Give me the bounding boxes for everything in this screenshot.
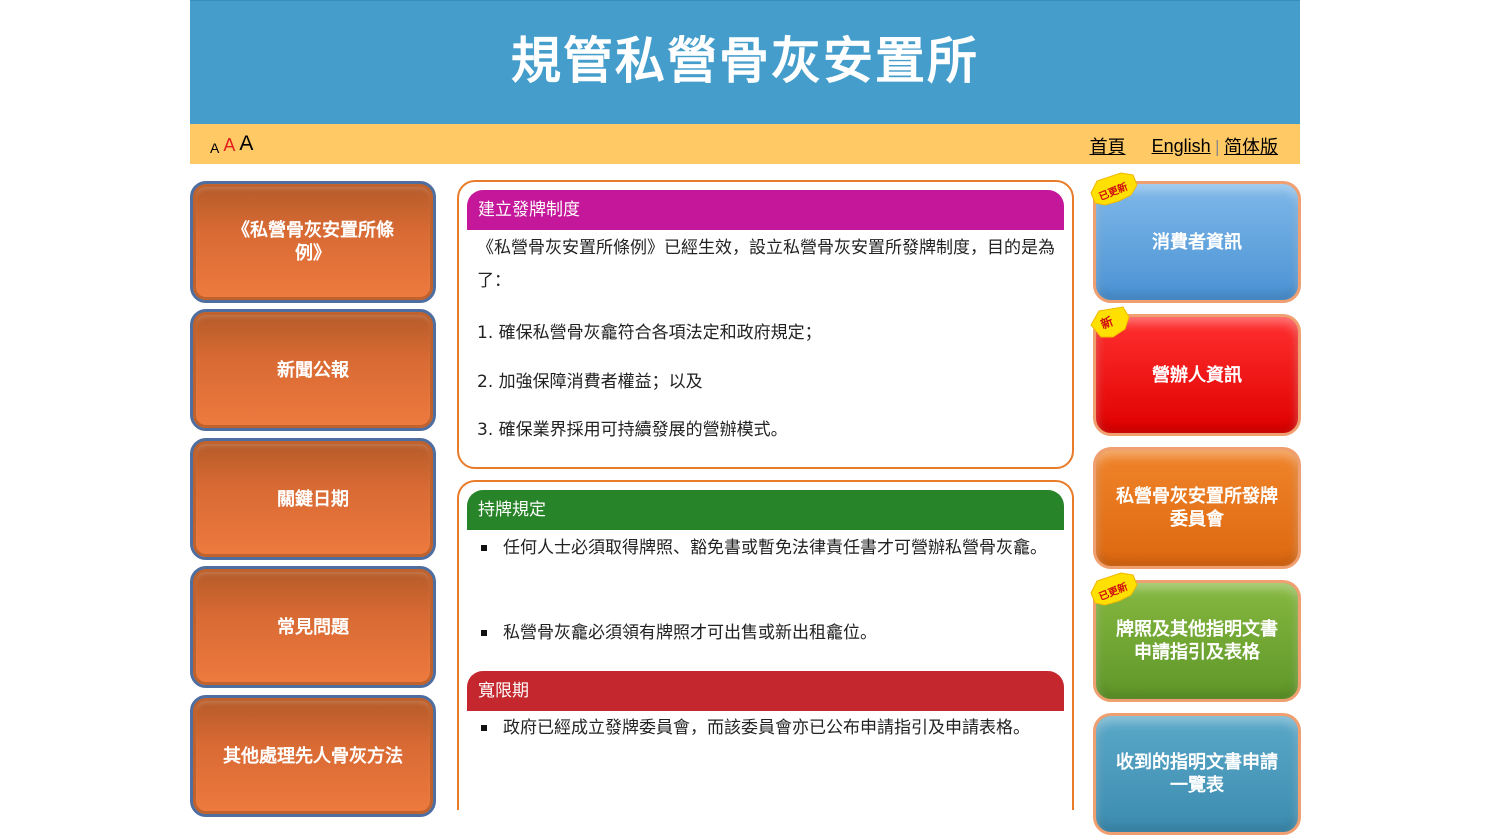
bullet-item: 任何人士必須取得牌照、豁免書或暫免法律責任書才可營辦私營骨灰龕。	[481, 532, 1061, 565]
nav-other-ash-methods-button[interactable]: 其他處理先人骨灰方法	[190, 695, 436, 817]
language-links: 首頁 English | 简体版	[1090, 133, 1278, 159]
bullet-item: 政府已經成立發牌委員會，而該委員會亦已公布申請指引及申請表格。	[481, 712, 1061, 745]
english-link[interactable]: English	[1152, 136, 1211, 157]
font-size-small-button[interactable]: A	[210, 140, 219, 156]
nav-press-releases-button[interactable]: 新聞公報	[190, 309, 436, 431]
nav-label: 私營骨灰安置所發牌委員會	[1116, 486, 1278, 530]
page-title: 規管私營骨灰安置所	[511, 32, 979, 90]
section-heading: 寬限期	[467, 671, 1064, 711]
font-size-selector: A A A	[210, 132, 253, 156]
updated-badge-icon: 已更新	[1087, 171, 1141, 211]
home-link[interactable]: 首頁	[1090, 133, 1126, 159]
nav-faq-button[interactable]: 常見問題	[190, 566, 436, 688]
new-badge-icon: 新	[1087, 305, 1141, 345]
nav-applications-received-button[interactable]: 收到的指明文書申請一覽表	[1093, 713, 1301, 835]
licensing-requirements-panel: 持牌規定 任何人士必須取得牌照、豁免書或暫免法律責任書才可營辦私營骨灰龕。 私營…	[457, 480, 1074, 810]
nav-ordinance-button[interactable]: 《私營骨灰安置所條例》	[190, 181, 436, 303]
toolbar: A A A 首頁 English | 简体版	[190, 124, 1300, 164]
font-size-large-button[interactable]: A	[239, 132, 253, 156]
updated-badge-icon: 已更新	[1087, 571, 1141, 611]
objective-item: 1. 確保私營骨灰龕符合各項法定和政府規定；	[477, 323, 822, 343]
licensing-scheme-panel: 建立發牌制度 《私營骨灰安置所條例》已經生效，設立私營骨灰安置所發牌制度，目的是…	[457, 180, 1074, 469]
bullet-item: 私營骨灰龕必須領有牌照才可出售或新出租龕位。	[481, 617, 1061, 650]
section-heading: 建立發牌制度	[467, 190, 1064, 230]
header-banner: 規管私營骨灰安置所	[190, 0, 1300, 124]
nav-licensing-board-button[interactable]: 私營骨灰安置所發牌委員會	[1093, 447, 1301, 569]
simplified-chinese-link[interactable]: 简体版	[1224, 133, 1278, 159]
section-intro-text: 《私營骨灰安置所條例》已經生效，設立私營骨灰安置所發牌制度，目的是為了：	[477, 238, 1055, 291]
section-heading: 持牌規定	[467, 490, 1064, 530]
objective-item: 2. 加強保障消費者權益；以及	[477, 372, 703, 392]
nav-key-dates-button[interactable]: 關鍵日期	[190, 438, 436, 560]
nav-label: 營辦人資訊	[1152, 364, 1242, 386]
nav-label: 消費者資訊	[1152, 231, 1242, 253]
nav-label: 牌照及其他指明文書申請指引及表格	[1116, 619, 1278, 663]
font-size-medium-button[interactable]: A	[223, 135, 235, 156]
nav-label: 收到的指明文書申請一覽表	[1116, 752, 1278, 796]
page-wrapper: 規管私營骨灰安置所 A A A 首頁 English | 简体版 《私營骨灰安置…	[190, 0, 1301, 835]
link-separator: |	[1214, 136, 1220, 156]
objective-item: 3. 確保業界採用可持續發展的營辦模式。	[477, 420, 788, 440]
